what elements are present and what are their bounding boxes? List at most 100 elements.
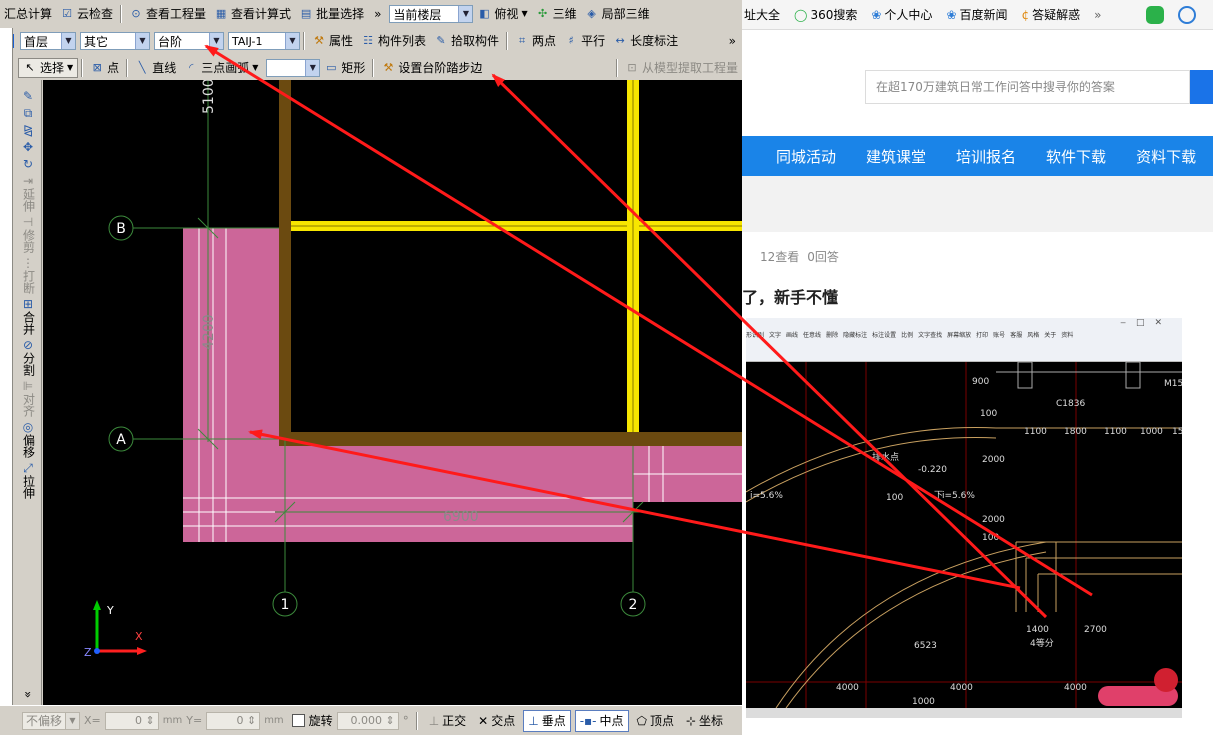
cloud-check-button[interactable]: ☑ 云检查: [56, 3, 117, 25]
qa-search-input[interactable]: 在超170万建筑日常工作问答中搜寻你的答案: [865, 70, 1190, 104]
local-3d-button[interactable]: ◈ 局部三维: [581, 3, 654, 25]
arc-tool-button[interactable]: ◜ 三点画弧 ▼: [180, 57, 262, 79]
svg-text:900: 900: [972, 377, 989, 387]
point-tool-button[interactable]: ⊠ 点: [86, 57, 123, 79]
snap-orthogonal[interactable]: ⊥ 正交: [425, 710, 470, 732]
chevron-double-right-icon[interactable]: »: [1094, 8, 1101, 22]
select-tool-button[interactable]: ↖ 选择 ▼: [18, 58, 79, 78]
paw-icon: ❀: [871, 7, 882, 22]
parallel-button[interactable]: ♯ 平行: [560, 30, 609, 52]
floor-plan-drawing[interactable]: B A 1 2 5100 4200 6900 Y X Z: [43, 80, 742, 705]
pick-component-button[interactable]: ✎ 拾取构件: [430, 30, 503, 52]
batch-select-label: 批量选择: [316, 7, 365, 21]
snap-coordinate[interactable]: ⊹ 坐标: [682, 710, 727, 732]
drawing-canvas[interactable]: B A 1 2 5100 4200 6900 Y X Z: [43, 80, 742, 705]
extension-icon[interactable]: [1145, 5, 1164, 24]
extend-tool-button[interactable]: ⇥ 延伸: [14, 175, 42, 213]
offset-tool-button[interactable]: ◎ 偏移: [14, 420, 42, 459]
fav-news-label: 百度新闻: [959, 8, 1008, 22]
window-controls: ‒□✕: [1120, 318, 1172, 328]
nav-materials[interactable]: 资料下载: [1136, 146, 1196, 167]
svg-text:i=5.6%: i=5.6%: [750, 491, 783, 501]
offset-mode-select[interactable]: 不偏移 ▼: [22, 711, 80, 730]
move-tool-button[interactable]: ✥: [14, 141, 42, 154]
fav-sites[interactable]: 址大全: [744, 6, 780, 23]
svg-text:-0.220: -0.220: [918, 465, 947, 475]
offset-icon: ◎: [22, 420, 34, 434]
edit-tool-button[interactable]: ✎: [14, 90, 42, 103]
status-bar: 不偏移 ▼ X= 0 ⇕ mm Y= 0 ⇕ mm 旋转 0.000 ⇕ ° ⊥ 正…: [0, 705, 742, 735]
batch-select-button[interactable]: ▤ 批量选择: [295, 3, 368, 25]
stretch-tool-button[interactable]: ⤢ 拉伸: [14, 461, 42, 500]
two-point-button[interactable]: ⌗ 两点: [511, 30, 560, 52]
wall-vertical[interactable]: [279, 80, 291, 444]
fav-personal-center[interactable]: ❀ 个人中心: [871, 6, 932, 23]
point-tool-label: 点: [107, 61, 120, 75]
toolbar-overflow-button[interactable]: »: [723, 30, 742, 52]
two-point-icon: ⌗: [518, 34, 526, 47]
extend-label: 延伸: [21, 188, 36, 212]
rectangle-tool-label: 矩形: [341, 61, 366, 75]
copy-tool-button[interactable]: ⧉: [14, 107, 42, 120]
length-dimension-button[interactable]: ↔ 长度标注: [609, 30, 682, 52]
properties-button[interactable]: ⚒ 属性: [308, 30, 357, 52]
top-view-button[interactable]: ◧ 俯视 ▼: [473, 3, 531, 25]
stretch-icon: ⤢: [23, 461, 33, 475]
line-tool-button[interactable]: ╲ 直线: [131, 57, 180, 79]
stair-slab-horizontal[interactable]: [183, 440, 633, 542]
view-formula-button[interactable]: ▦ 查看计算式: [210, 3, 295, 25]
orthogonal-icon: ⊥: [428, 713, 440, 728]
nav-classroom[interactable]: 建筑课堂: [866, 146, 926, 167]
snap-vertex[interactable]: ⬠ 顶点: [633, 710, 678, 732]
nav-events[interactable]: 同城活动: [776, 146, 836, 167]
rectangle-tool-button[interactable]: ▭ 矩形: [320, 57, 369, 79]
fav-baidu-news[interactable]: ❀ 百度新闻: [946, 6, 1007, 23]
nav-software[interactable]: 软件下载: [1046, 146, 1106, 167]
set-step-edge-button[interactable]: ⚒ 设置台阶踏步边: [377, 57, 486, 79]
snap-intersection[interactable]: ✕ 交点: [474, 710, 519, 732]
extract-quantity-button[interactable]: ⊡ 从模型提取工程量: [621, 57, 742, 79]
component-type-select[interactable]: 台阶 ▼: [154, 32, 224, 50]
nav-training[interactable]: 培训报名: [956, 146, 1016, 167]
toolbar-overflow-button[interactable]: »: [368, 3, 387, 25]
360-icon: ◯: [794, 7, 808, 22]
rotate-checkbox[interactable]: [291, 714, 305, 727]
break-tool-button[interactable]: ⋮ 打断: [14, 257, 42, 295]
question-attachment-image[interactable]: ‒□✕ 形识别 文字 画线 任意线 删除 隐藏标注 标注设置 比例 文字查找 屏幕缩放 打印 账号 客服…: [746, 318, 1182, 718]
merge-tool-button[interactable]: ⊞ 合并: [14, 298, 42, 336]
component-instance-select[interactable]: TAIJ-1 ▼: [228, 32, 300, 50]
vertical-overflow-button[interactable]: »: [14, 688, 42, 701]
snap-midpoint[interactable]: -▪- 中点: [574, 709, 629, 732]
browser-menu-icon[interactable]: [1177, 5, 1196, 24]
shape-select[interactable]: ▼: [266, 59, 321, 77]
split-tool-button[interactable]: ⊘ 分割: [14, 339, 42, 377]
y-input[interactable]: 0 ⇕: [206, 711, 261, 730]
trim-tool-button[interactable]: ⊣ 修剪: [14, 216, 42, 254]
fav-qa[interactable]: ¢ 答疑解惑: [1022, 6, 1081, 23]
rotate-tool-button[interactable]: ↻: [14, 158, 42, 171]
rotate-value: 0.000: [350, 714, 382, 727]
fav-360-search[interactable]: ◯ 360搜索: [794, 6, 857, 23]
svg-text:1000: 1000: [1140, 427, 1163, 437]
component-list-button[interactable]: ☷ 构件列表: [357, 30, 430, 52]
floor-select[interactable]: 首层 ▼: [20, 32, 76, 50]
wall-horizontal[interactable]: [279, 432, 742, 446]
current-floor-select[interactable]: 当前楼层 ▼: [389, 5, 474, 23]
view-quantity-button[interactable]: ⊙ 查看工程量: [125, 3, 210, 25]
align-tool-button[interactable]: ⊫ 对齐: [14, 380, 42, 418]
chevron-double-down-icon: »: [21, 690, 36, 699]
dimension-6900: 6900: [443, 509, 479, 525]
summary-calc-button[interactable]: 汇总计算: [0, 3, 56, 25]
offset-mode-value: 不偏移: [26, 714, 63, 728]
category-select[interactable]: 其它 ▼: [80, 32, 150, 50]
x-input[interactable]: 0 ⇕: [104, 711, 159, 730]
site-nav: 同城活动 建筑课堂 培训报名 软件下载 资料下载: [742, 136, 1213, 176]
set-step-edge-label: 设置台阶踏步边: [398, 61, 483, 75]
rotate-input[interactable]: 0.000 ⇕: [336, 711, 399, 730]
point-icon: ⊠: [92, 61, 102, 74]
3d-view-button[interactable]: ✣ 三维: [532, 3, 581, 25]
search-button[interactable]: [1190, 70, 1213, 104]
pencil-icon: ✎: [22, 89, 34, 103]
mirror-tool-button[interactable]: ⧎: [14, 124, 42, 137]
snap-perpendicular[interactable]: ⊥ 垂点: [523, 709, 571, 732]
